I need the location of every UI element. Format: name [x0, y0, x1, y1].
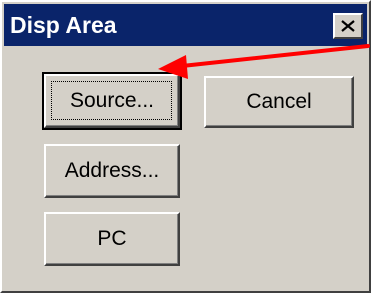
pc-button[interactable]: PC [44, 212, 180, 266]
address-button-label: Address... [64, 159, 160, 182]
close-icon [341, 20, 355, 32]
source-button[interactable]: Source... [42, 72, 182, 130]
window-title: Disp Area [10, 12, 117, 38]
cancel-button[interactable]: Cancel [204, 76, 354, 128]
pc-button-label: PC [97, 227, 127, 250]
cancel-button-label: Cancel [246, 90, 312, 113]
address-button[interactable]: Address... [44, 144, 180, 198]
disp-area-dialog: Disp Area Source... Cancel Address... PC [0, 0, 371, 293]
source-button-label: Source... [69, 89, 155, 112]
title-bar[interactable]: Disp Area [4, 4, 367, 46]
close-button[interactable] [333, 13, 363, 39]
